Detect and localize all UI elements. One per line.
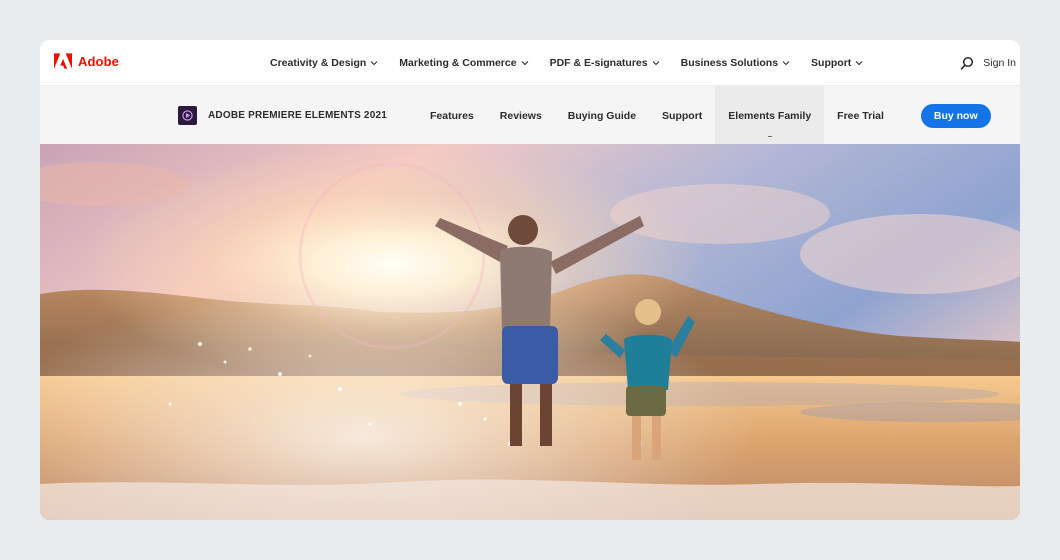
chevron-down-icon [370,60,378,65]
sign-in-link[interactable]: Sign In [983,57,1016,69]
product-nav-inner: ADOBE PREMIERE ELEMENTS 2021 Features Re… [178,86,991,145]
hero-image [40,144,1020,520]
menu-item-label: PDF & E-signatures [549,56,648,69]
menu-item-label: Creativity & Design [270,56,367,69]
tab-reviews[interactable]: Reviews [487,86,555,145]
tab-support[interactable]: Support [649,86,715,145]
tab-buying-guide[interactable]: Buying Guide [555,86,649,145]
adobe-logo-icon [54,53,72,69]
buy-now-button[interactable]: Buy now [920,103,991,128]
global-nav: Adobe Creativity & Design Marketing & Co… [40,40,1020,85]
premiere-elements-icon[interactable] [178,106,197,125]
page-frame: Adobe Creativity & Design Marketing & Co… [40,40,1020,520]
menu-item-pdf-esignatures[interactable]: PDF & E-signatures [550,57,660,69]
chevron-down-icon [855,60,863,65]
product-nav: ADOBE PREMIERE ELEMENTS 2021 Features Re… [40,85,1020,145]
tab-elements-family[interactable]: Elements Family [715,86,825,145]
main-menu: Creativity & Design Marketing & Commerce… [270,40,884,85]
menu-item-business-solutions[interactable]: Business Solutions [681,57,790,69]
menu-item-label: Support [811,56,852,69]
chevron-down-icon [521,60,528,65]
search-icon[interactable] [960,56,974,70]
product-name[interactable]: ADOBE PREMIERE ELEMENTS 2021 [208,110,387,121]
brand-name: Adobe [78,54,119,69]
chevron-down-icon [782,60,790,65]
menu-item-label: Marketing & Commerce [399,56,517,69]
hero-banner [40,144,1020,520]
tab-free-trial[interactable]: Free Trial [824,86,897,145]
menu-item-creativity-design[interactable]: Creativity & Design [270,57,378,69]
menu-item-support[interactable]: Support [811,57,863,69]
adobe-logo[interactable]: Adobe [54,53,119,70]
tab-features[interactable]: Features [417,86,487,145]
global-nav-actions: Sign In [960,40,1016,85]
premiere-elements-glyph [182,110,193,121]
menu-item-label: Business Solutions [680,56,779,69]
chevron-down-icon [652,60,659,65]
menu-item-marketing-commerce[interactable]: Marketing & Commerce [399,57,528,69]
